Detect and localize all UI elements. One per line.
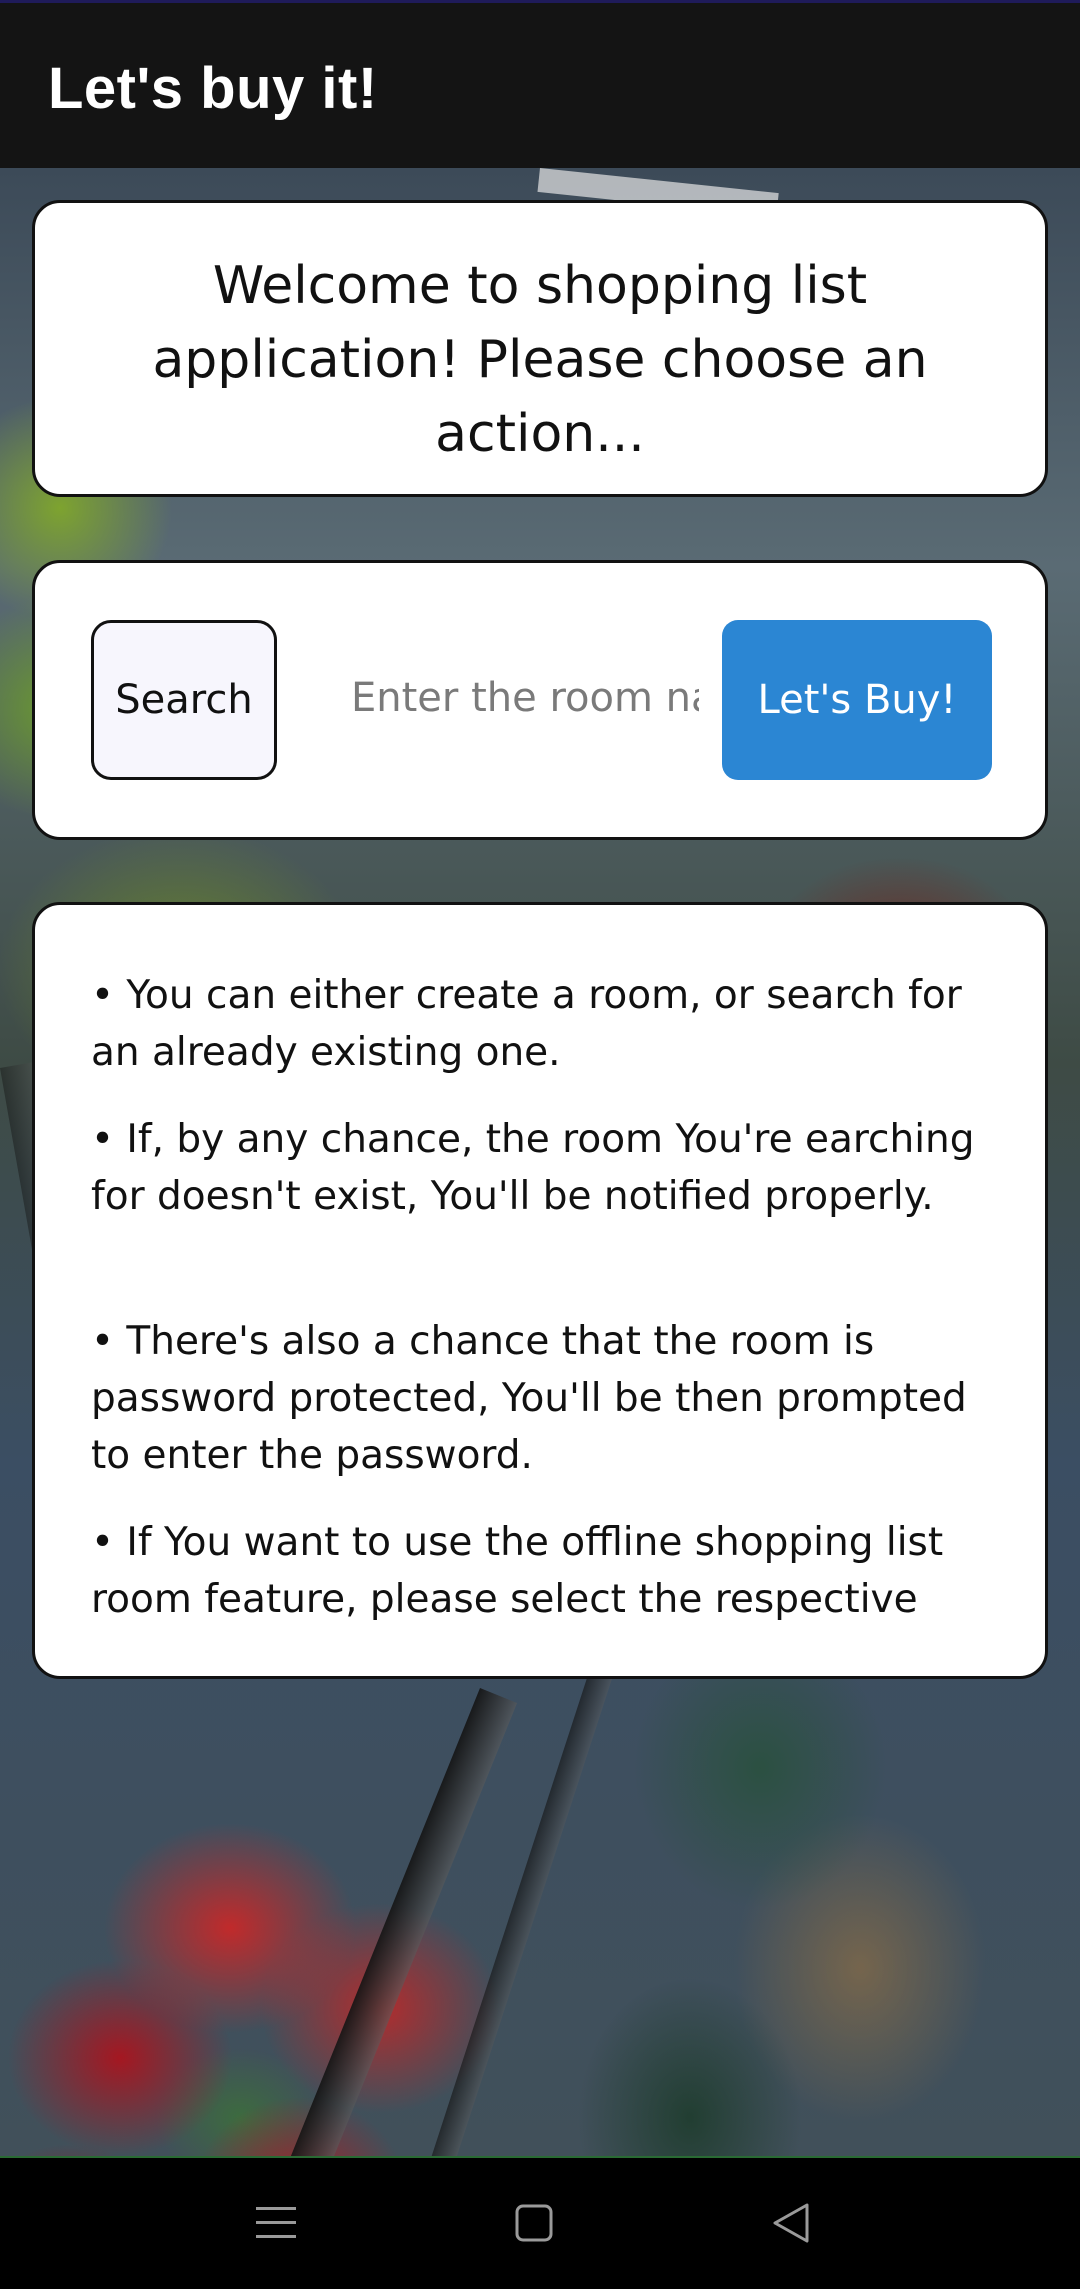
back-triangle-icon[interactable]: [756, 2188, 826, 2258]
welcome-card: Welcome to shopping list application! Pl…: [32, 200, 1048, 497]
system-navigation-bar: [0, 2156, 1080, 2289]
info-card: • You can either create a room, or searc…: [32, 902, 1048, 1679]
menu-icon[interactable]: [241, 2188, 311, 2258]
room-name-input[interactable]: [321, 633, 713, 763]
search-card: Search Let's Buy!: [32, 560, 1048, 840]
info-item: • There's also a chance that the room is…: [91, 1319, 967, 1478]
lets-buy-button[interactable]: Let's Buy!: [722, 620, 992, 780]
info-item: • If You want to use the offline shoppin…: [91, 1520, 944, 1622]
info-item: • If, by any chance, the room You're ear…: [91, 1117, 975, 1219]
info-item: • You can either create a room, or searc…: [91, 973, 962, 1075]
welcome-message: Welcome to shopping list application! Pl…: [152, 256, 928, 464]
app-title: Let's buy it!: [48, 56, 378, 121]
info-list: • You can either create a room, or searc…: [91, 967, 1005, 1658]
search-button[interactable]: Search: [91, 620, 277, 780]
app-bar: Let's buy it!: [0, 0, 1080, 168]
home-square-icon[interactable]: [499, 2188, 569, 2258]
